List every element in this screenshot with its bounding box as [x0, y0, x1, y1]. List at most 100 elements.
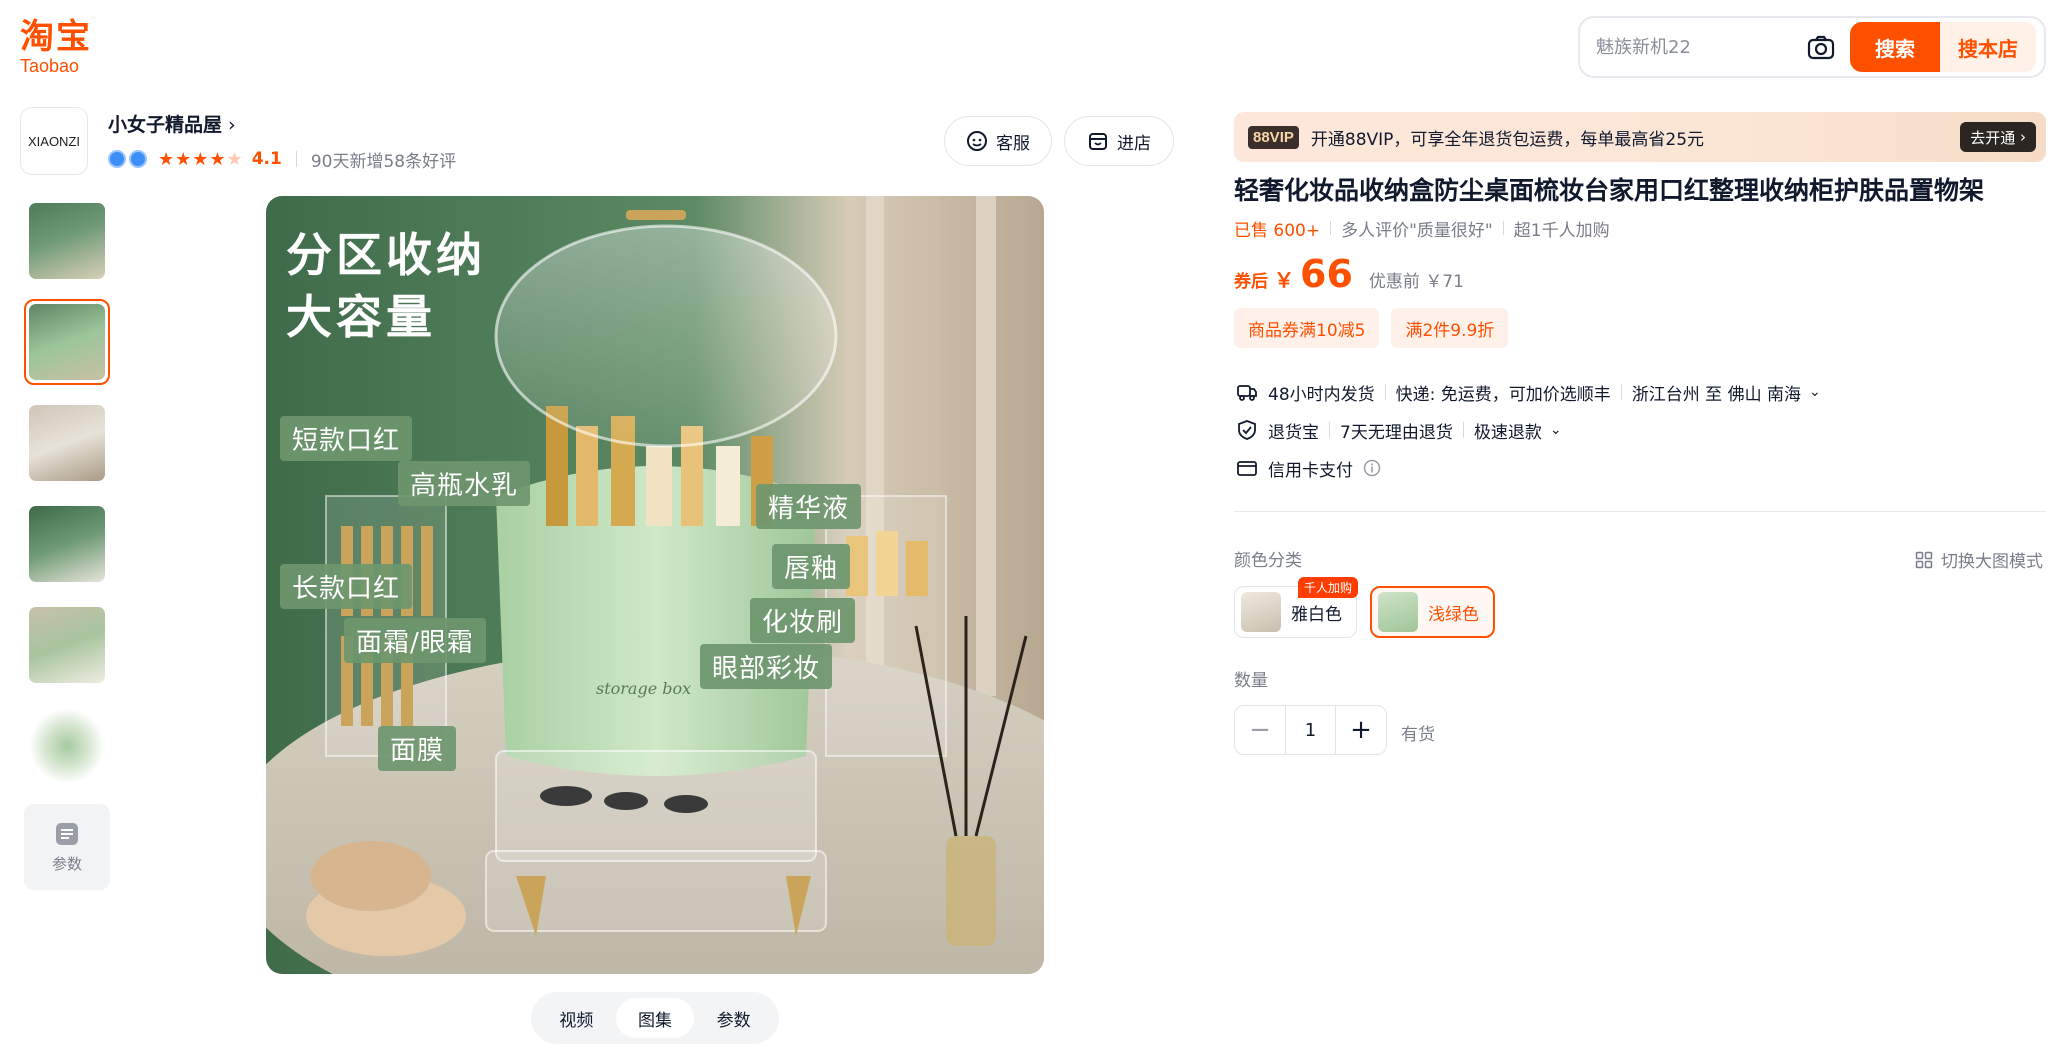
enter-shop-label: 进店	[1117, 133, 1151, 154]
coupon-item[interactable]: 商品券满10减5	[1234, 308, 1380, 348]
original-price: 优惠前 ￥71	[1368, 272, 1464, 292]
vip-tag: 88VIP	[1248, 125, 1299, 149]
thumbnail-4[interactable]	[24, 501, 110, 587]
shop-badge-icon	[129, 150, 147, 168]
customer-service-button[interactable]: 客服	[944, 116, 1052, 166]
label-lip-glaze: 唇釉	[772, 544, 851, 589]
vip-text: 开通88VIP，可享全年退货包运费，每单最高省25元	[1310, 129, 1705, 150]
label-tall-bottle: 高瓶水乳	[398, 461, 531, 506]
shop-rating: 4.1	[251, 149, 282, 169]
thumbnail-list: 参数	[24, 198, 112, 890]
thumbnail-1[interactable]	[24, 198, 110, 284]
vip-open-button[interactable]: 去开通 ›	[1960, 122, 2036, 152]
coupon-item[interactable]: 满2件9.9折	[1391, 308, 1509, 348]
divider	[1329, 422, 1330, 438]
label-short-lipstick: 短款口红	[280, 416, 413, 461]
color-swatch	[1241, 592, 1281, 632]
color-option-white[interactable]: 雅白色 千人加购	[1234, 577, 1358, 638]
label-long-lipstick: 长款口红	[280, 564, 413, 609]
quantity-input[interactable]: 1	[1285, 706, 1336, 754]
image-caption: 分区收纳 大容量	[286, 224, 486, 348]
grid-icon	[1915, 551, 1933, 568]
payment-method: 信用卡支付	[1268, 460, 1353, 481]
price-value: 66	[1300, 252, 1353, 296]
return-service: 退货宝	[1268, 422, 1319, 443]
coupon-list: 商品券满10减5 满2件9.9折	[1234, 308, 1520, 348]
price-label: 券后	[1234, 272, 1268, 292]
divider	[1234, 511, 2046, 512]
color-option-green[interactable]: 浅绿色	[1370, 586, 1495, 638]
quantity-label: 数量	[1234, 671, 1268, 691]
chevron-right-icon: ›	[228, 114, 236, 136]
shield-icon	[1238, 420, 1256, 440]
main-product-image[interactable]: storage box 分区收纳 大容量 短款口红 高瓶水乳 精华液 长款口红 …	[266, 196, 1044, 974]
enter-shop-button[interactable]: 进店	[1064, 116, 1174, 166]
shop-logo[interactable]: XIAONZI	[20, 107, 88, 175]
tab-gallery[interactable]: 图集	[615, 998, 695, 1038]
divider	[1502, 221, 1504, 235]
divider	[1620, 384, 1622, 400]
chevron-down-icon: ⌄	[1549, 422, 1562, 438]
logo-text-en: Taobao	[20, 56, 80, 76]
caption-line-2: 大容量	[286, 290, 436, 344]
tab-video[interactable]: 视频	[537, 998, 616, 1038]
quantity-stepper: − 1 +	[1234, 705, 1387, 755]
refund-info: 极速退款	[1473, 422, 1542, 443]
params-thumbnail[interactable]: 参数	[24, 804, 110, 890]
thumbnail-5[interactable]	[24, 602, 110, 688]
star-rating-icon: ★★★★★	[158, 148, 244, 170]
gallery-view-tabs: 视频 图集 参数	[531, 992, 779, 1044]
info-icon[interactable]	[1363, 459, 1381, 477]
color-option-label: 雅白色	[1291, 604, 1342, 625]
color-swatch	[1378, 592, 1418, 632]
price-currency: ￥	[1274, 268, 1294, 292]
tab-params[interactable]: 参数	[694, 998, 773, 1038]
params-thumb-label: 参数	[51, 854, 82, 873]
sales-row: 已售 600+ 多人评价"质量很好" 超1千人加购	[1234, 216, 1610, 241]
label-eyeshadow: 眼部彩妆	[700, 644, 833, 689]
return-policy: 7天无理由退货	[1340, 422, 1453, 443]
search-bar: 搜索 搜本店	[1578, 16, 2046, 78]
shipping-row[interactable]: 48小时内发货 快递: 免运费，可加价选顺丰 浙江台州 至 佛山 南海 ⌄	[1236, 378, 1821, 406]
price-row: 券后 ￥ 66 优惠前 ￥71	[1234, 252, 1464, 302]
thumbnail-6[interactable]	[24, 703, 110, 789]
credit-card-icon	[1237, 461, 1257, 476]
cart-count: 超1千人加购	[1513, 220, 1610, 241]
vip-open-label: 去开通	[1970, 128, 2016, 147]
express-info: 快递: 免运费，可加价选顺丰	[1395, 384, 1611, 405]
box-brand-text: storage box	[596, 679, 691, 698]
store-icon	[1089, 133, 1107, 150]
shop-name: 小女子精品屋	[108, 114, 223, 136]
return-row[interactable]: 退货宝 7天无理由退货 极速退款 ⌄	[1236, 416, 1562, 444]
label-cream: 面霜/眼霜	[344, 618, 486, 663]
thumbnail-3[interactable]	[24, 400, 110, 486]
label-brush: 化妆刷	[750, 598, 856, 643]
camera-icon[interactable]	[1806, 34, 1836, 62]
logo-text-cn: 淘宝	[20, 17, 92, 57]
divider	[1462, 422, 1464, 438]
taobao-logo[interactable]: 淘宝 Taobao	[20, 18, 110, 78]
caption-line-1: 分区收纳	[286, 228, 486, 282]
search-shop-button[interactable]: 搜本店	[1940, 22, 2036, 72]
review-tag[interactable]: 多人评价"质量很好"	[1341, 216, 1493, 241]
divider	[295, 151, 297, 167]
search-button[interactable]: 搜索	[1850, 22, 1940, 72]
big-mode-label: 切换大图模式	[1941, 552, 2043, 572]
shipping-route: 浙江台州 至 佛山 南海	[1631, 384, 1801, 405]
thumbnail-2[interactable]	[24, 299, 110, 385]
params-icon	[56, 822, 78, 845]
divider	[1330, 221, 1332, 235]
shop-badge-icon	[108, 150, 126, 168]
service-label: 客服	[996, 133, 1030, 154]
decrease-button[interactable]: −	[1235, 706, 1285, 754]
service-icon	[967, 131, 987, 151]
increase-button[interactable]: +	[1336, 706, 1386, 754]
product-title: 轻奢化妆品收纳盒防尘桌面梳妆台家用口红整理收纳柜护肤品置物架	[1234, 176, 1985, 205]
payment-row: 信用卡支付	[1236, 454, 1381, 482]
hot-tag: 千人加购	[1297, 577, 1358, 598]
color-option-label: 浅绿色	[1428, 604, 1479, 625]
shop-name-link[interactable]: 小女子精品屋 ›	[108, 110, 236, 137]
color-label: 颜色分类	[1234, 551, 1302, 571]
review-summary: 90天新增58条好评	[310, 151, 457, 172]
big-image-mode-toggle[interactable]: 切换大图模式	[1915, 547, 2043, 572]
